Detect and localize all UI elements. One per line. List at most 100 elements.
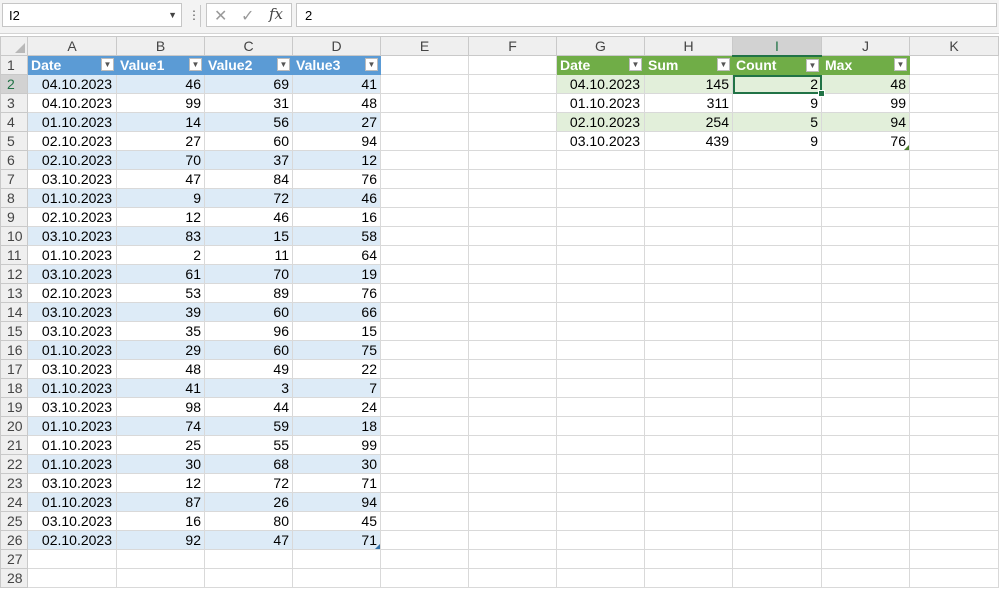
- cell-g11[interactable]: [556, 245, 645, 265]
- cell-c26[interactable]: 47: [204, 530, 293, 550]
- row-header-5[interactable]: 5: [0, 131, 28, 151]
- cell-f9[interactable]: [468, 207, 557, 227]
- row-header-19[interactable]: 19: [0, 397, 28, 417]
- cell-j25[interactable]: [821, 511, 910, 531]
- cell-f6[interactable]: [468, 150, 557, 170]
- cell-c9[interactable]: 46: [204, 207, 293, 227]
- cell-g22[interactable]: [556, 454, 645, 474]
- cell-a17[interactable]: 03.10.2023: [27, 359, 117, 379]
- cell-c15[interactable]: 96: [204, 321, 293, 341]
- column-header-c[interactable]: C: [204, 36, 293, 56]
- cell-k12[interactable]: [909, 264, 999, 284]
- cell-a19[interactable]: 03.10.2023: [27, 397, 117, 417]
- cell-b25[interactable]: 16: [116, 511, 205, 531]
- cell-c3[interactable]: 31: [204, 93, 293, 113]
- cell-c11[interactable]: 11: [204, 245, 293, 265]
- cell-j26[interactable]: [821, 530, 910, 550]
- cell-k26[interactable]: [909, 530, 999, 550]
- cell-a4[interactable]: 01.10.2023: [27, 112, 117, 132]
- cell-i22[interactable]: [732, 454, 822, 474]
- cell-i20[interactable]: [732, 416, 822, 436]
- cell-g6[interactable]: [556, 150, 645, 170]
- cell-i24[interactable]: [732, 492, 822, 512]
- cell-g15[interactable]: [556, 321, 645, 341]
- cell-f7[interactable]: [468, 169, 557, 189]
- cell-e19[interactable]: [380, 397, 469, 417]
- cell-j20[interactable]: [821, 416, 910, 436]
- cell-c16[interactable]: 60: [204, 340, 293, 360]
- cell-e13[interactable]: [380, 283, 469, 303]
- cell-e1[interactable]: [380, 55, 469, 75]
- cell-f28[interactable]: [468, 568, 557, 588]
- cell-e16[interactable]: [380, 340, 469, 360]
- cell-j8[interactable]: [821, 188, 910, 208]
- cell-b24[interactable]: 87: [116, 492, 205, 512]
- cell-f21[interactable]: [468, 435, 557, 455]
- cell-k9[interactable]: [909, 207, 999, 227]
- cell-h16[interactable]: [644, 340, 733, 360]
- cell-b6[interactable]: 70: [116, 150, 205, 170]
- row-header-4[interactable]: 4: [0, 112, 28, 132]
- cell-b8[interactable]: 9: [116, 188, 205, 208]
- cell-b23[interactable]: 12: [116, 473, 205, 493]
- cell-f4[interactable]: [468, 112, 557, 132]
- cell-k1[interactable]: [909, 55, 999, 75]
- cell-h17[interactable]: [644, 359, 733, 379]
- active-cell[interactable]: 2: [732, 74, 822, 94]
- cell-h15[interactable]: [644, 321, 733, 341]
- cell-a21[interactable]: 01.10.2023: [27, 435, 117, 455]
- cell-c19[interactable]: 44: [204, 397, 293, 417]
- cell-k4[interactable]: [909, 112, 999, 132]
- row-header-26[interactable]: 26: [0, 530, 28, 550]
- cell-a26[interactable]: 02.10.2023: [27, 530, 117, 550]
- cell-a23[interactable]: 03.10.2023: [27, 473, 117, 493]
- cell-k25[interactable]: [909, 511, 999, 531]
- cell-a18[interactable]: 01.10.2023: [27, 378, 117, 398]
- cell-i19[interactable]: [732, 397, 822, 417]
- cell-d7[interactable]: 76: [292, 169, 381, 189]
- cell-i13[interactable]: [732, 283, 822, 303]
- filter-dropdown-icon[interactable]: ▼: [101, 58, 114, 71]
- cell-b12[interactable]: 61: [116, 264, 205, 284]
- cell-g26[interactable]: [556, 530, 645, 550]
- cell-e10[interactable]: [380, 226, 469, 246]
- cell-i14[interactable]: [732, 302, 822, 322]
- cell-c23[interactable]: 72: [204, 473, 293, 493]
- name-box[interactable]: I2 ▼: [2, 3, 182, 27]
- cell-k24[interactable]: [909, 492, 999, 512]
- cell-d27[interactable]: [292, 549, 381, 569]
- cell-e23[interactable]: [380, 473, 469, 493]
- cell-c27[interactable]: [204, 549, 293, 569]
- cell-e28[interactable]: [380, 568, 469, 588]
- column-header-d[interactable]: D: [292, 36, 381, 56]
- cell-k28[interactable]: [909, 568, 999, 588]
- cell-j6[interactable]: [821, 150, 910, 170]
- cell-h20[interactable]: [644, 416, 733, 436]
- table1-resize-handle[interactable]: [374, 543, 380, 549]
- cell-e6[interactable]: [380, 150, 469, 170]
- cell-k27[interactable]: [909, 549, 999, 569]
- cell-f17[interactable]: [468, 359, 557, 379]
- row-header-17[interactable]: 17: [0, 359, 28, 379]
- cell-g13[interactable]: [556, 283, 645, 303]
- cell-j23[interactable]: [821, 473, 910, 493]
- cell-i4[interactable]: 5: [732, 112, 822, 132]
- row-header-23[interactable]: 23: [0, 473, 28, 493]
- cell-f25[interactable]: [468, 511, 557, 531]
- cell-b2[interactable]: 46: [116, 74, 205, 94]
- row-header-1[interactable]: 1: [0, 55, 28, 75]
- cell-i3[interactable]: 9: [732, 93, 822, 113]
- column-header-j[interactable]: J: [821, 36, 910, 56]
- cell-d21[interactable]: 99: [292, 435, 381, 455]
- column-header-a[interactable]: A: [27, 36, 117, 56]
- cell-k19[interactable]: [909, 397, 999, 417]
- cell-g9[interactable]: [556, 207, 645, 227]
- cell-k21[interactable]: [909, 435, 999, 455]
- cell-c22[interactable]: 68: [204, 454, 293, 474]
- cell-c17[interactable]: 49: [204, 359, 293, 379]
- cell-g2[interactable]: 04.10.2023: [556, 74, 645, 94]
- cell-e20[interactable]: [380, 416, 469, 436]
- cell-k6[interactable]: [909, 150, 999, 170]
- cell-c10[interactable]: 15: [204, 226, 293, 246]
- cell-j9[interactable]: [821, 207, 910, 227]
